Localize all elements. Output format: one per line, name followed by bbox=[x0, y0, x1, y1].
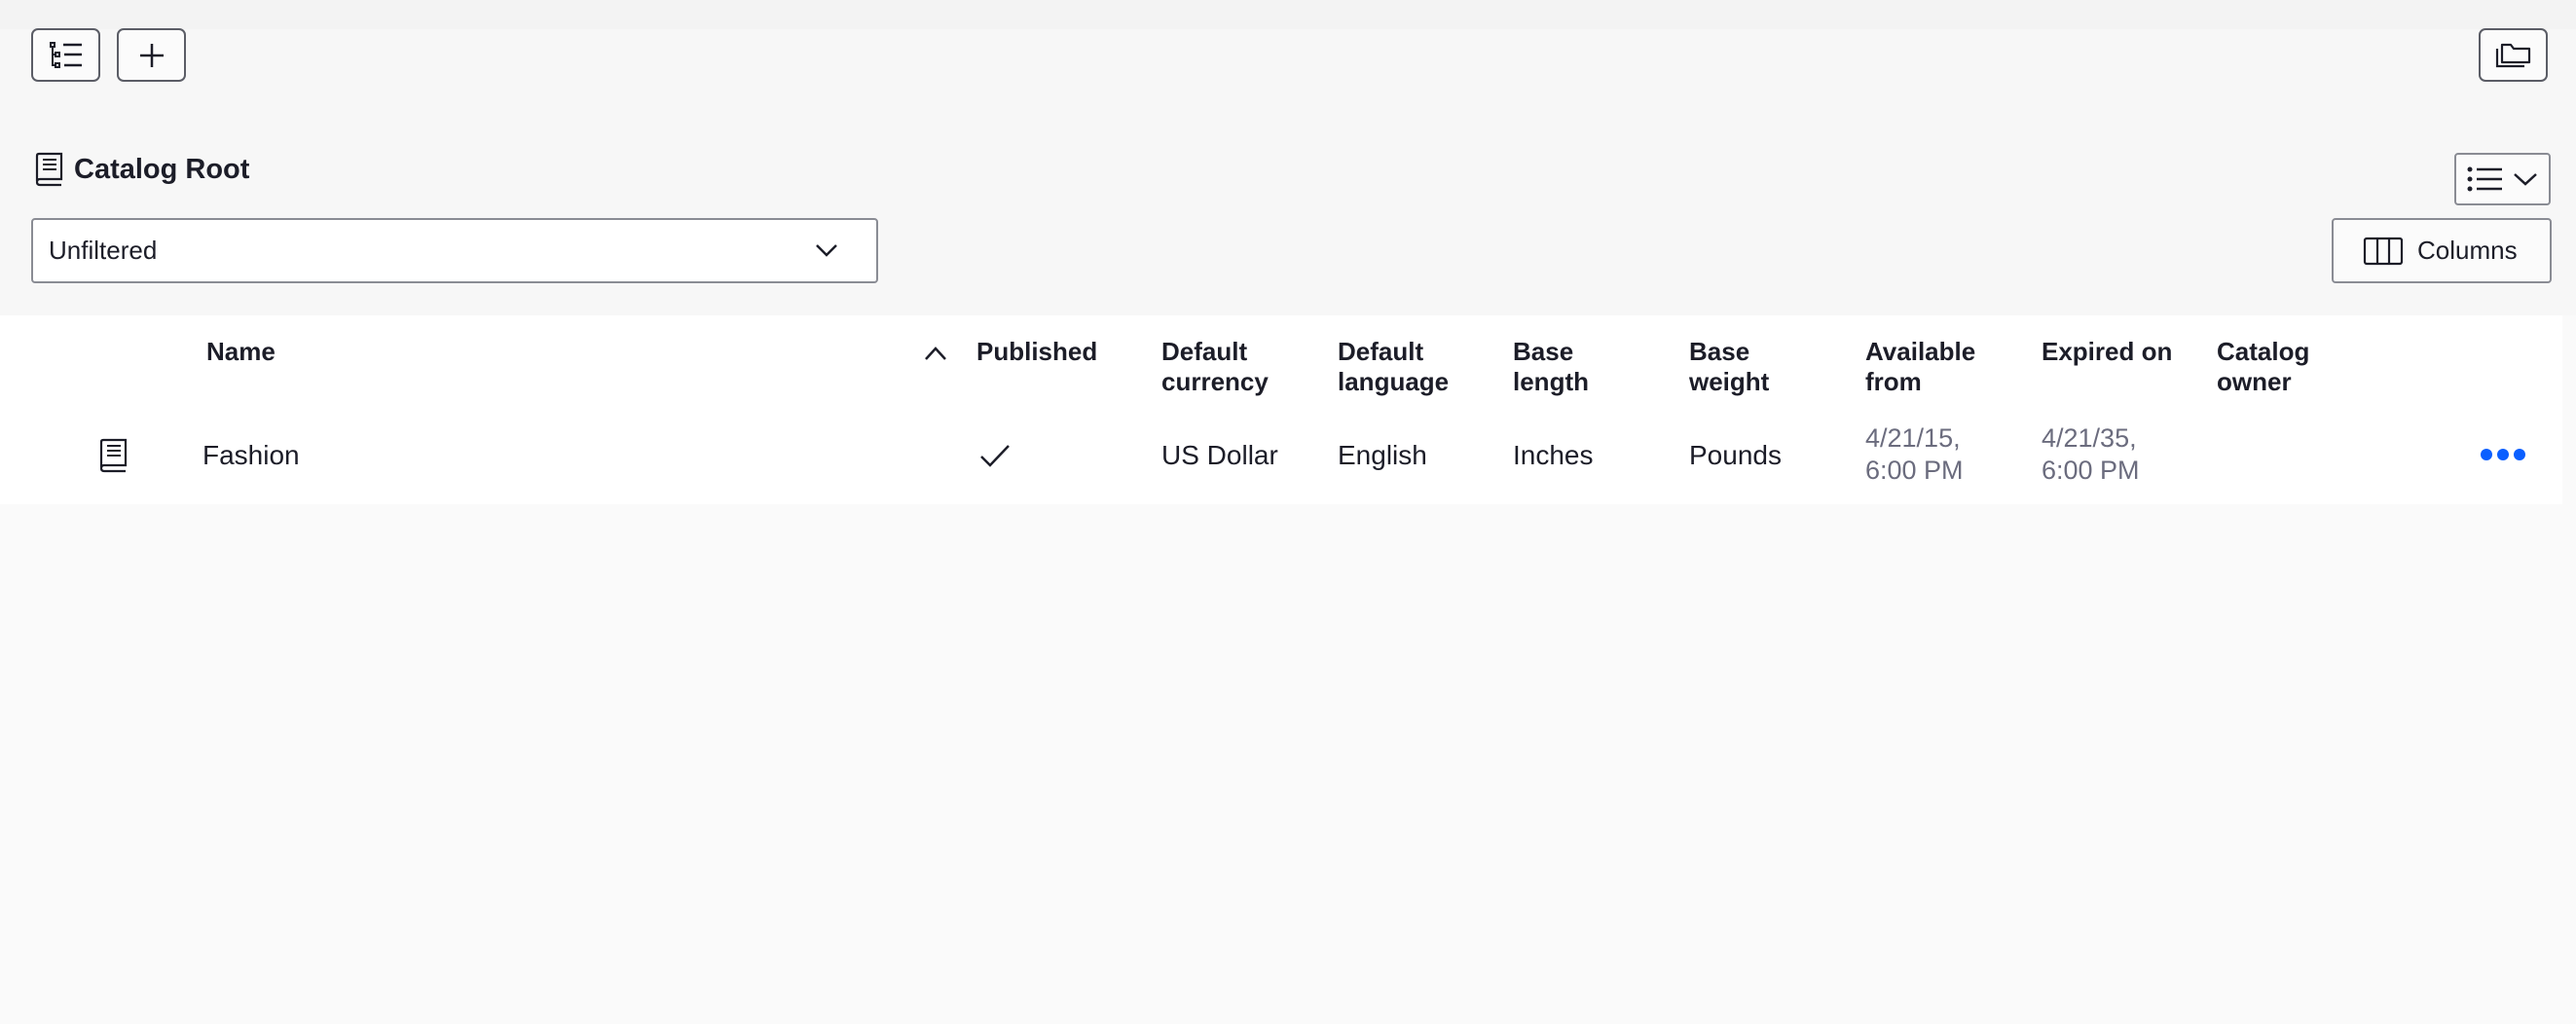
column-header-published[interactable]: Published bbox=[976, 337, 1097, 367]
columns-icon bbox=[2363, 237, 2404, 265]
top-toolbar bbox=[0, 0, 2576, 109]
ellipsis-dot bbox=[2514, 449, 2525, 460]
chevron-down-icon bbox=[2513, 173, 2537, 186]
column-header-base-length[interactable]: Base length bbox=[1513, 337, 1589, 397]
ellipsis-dot bbox=[2481, 449, 2492, 460]
check-icon bbox=[980, 445, 1010, 467]
filter-select[interactable]: Unfiltered bbox=[31, 218, 878, 283]
book-icon bbox=[99, 438, 128, 473]
column-header-name[interactable]: Name bbox=[206, 337, 276, 367]
date-line: 4/21/15, bbox=[1865, 423, 1961, 453]
header-line: Base bbox=[1513, 337, 1574, 366]
page-title-text: Catalog Root bbox=[74, 153, 250, 185]
header-line: language bbox=[1338, 367, 1450, 396]
column-header-base-weight[interactable]: Base weight bbox=[1689, 337, 1769, 397]
top-strip bbox=[0, 0, 2576, 29]
book-icon bbox=[35, 152, 63, 187]
filter-select-value: Unfiltered bbox=[49, 236, 158, 265]
date-line: 4/21/35, bbox=[2042, 423, 2137, 453]
columns-button-label: Columns bbox=[2417, 236, 2518, 265]
header-line: owner bbox=[2217, 367, 2292, 396]
columns-button[interactable]: Columns bbox=[2332, 218, 2552, 283]
row-base-length: Inches bbox=[1513, 440, 1594, 470]
ellipsis-dot bbox=[2497, 449, 2509, 460]
time-line: 6:00 PM bbox=[1865, 456, 1964, 485]
chevron-down-icon bbox=[816, 244, 837, 257]
sort-ascending-icon[interactable] bbox=[923, 343, 948, 364]
add-button[interactable] bbox=[117, 28, 186, 82]
header-line: Base bbox=[1689, 337, 1750, 366]
header-line: Default bbox=[1338, 337, 1424, 366]
folders-icon bbox=[2495, 43, 2530, 67]
row-expired-on: 4/21/35, 6:00 PM bbox=[2042, 422, 2140, 487]
time-line: 6:00 PM bbox=[2042, 456, 2140, 485]
column-header-default-language[interactable]: Default language bbox=[1338, 337, 1449, 397]
column-header-available-from[interactable]: Available from bbox=[1865, 337, 1975, 397]
row-actions-button[interactable] bbox=[2481, 444, 2529, 465]
header-line: Available bbox=[1865, 337, 1976, 366]
row-default-currency: US Dollar bbox=[1161, 440, 1278, 470]
folders-button[interactable] bbox=[2479, 28, 2548, 82]
row-available-from: 4/21/15, 6:00 PM bbox=[1865, 422, 1964, 487]
header-line: Catalog bbox=[2217, 337, 2310, 366]
page-title: Catalog Root bbox=[33, 148, 249, 191]
row-base-weight: Pounds bbox=[1689, 440, 1782, 470]
header-line: currency bbox=[1161, 367, 1269, 396]
row-name[interactable]: Fashion bbox=[202, 439, 300, 471]
header-line: length bbox=[1513, 367, 1589, 396]
tree-view-button[interactable] bbox=[31, 28, 100, 82]
tree-list-icon bbox=[49, 41, 82, 68]
view-type-dropdown[interactable] bbox=[2454, 153, 2551, 205]
row-default-language: English bbox=[1338, 440, 1427, 470]
plus-icon bbox=[139, 43, 164, 67]
column-header-expired-on[interactable]: Expired on bbox=[2042, 337, 2172, 367]
column-header-catalog-owner[interactable]: Catalog owner bbox=[2217, 337, 2309, 397]
column-header-default-currency[interactable]: Default currency bbox=[1161, 337, 1269, 397]
catalog-header bbox=[0, 109, 2576, 315]
catalog-table: Name Published Default currency Default … bbox=[0, 315, 2562, 504]
list-view-icon bbox=[2467, 166, 2502, 192]
header-line: from bbox=[1865, 367, 1922, 396]
header-line: Default bbox=[1161, 337, 1248, 366]
header-line: weight bbox=[1689, 367, 1770, 396]
